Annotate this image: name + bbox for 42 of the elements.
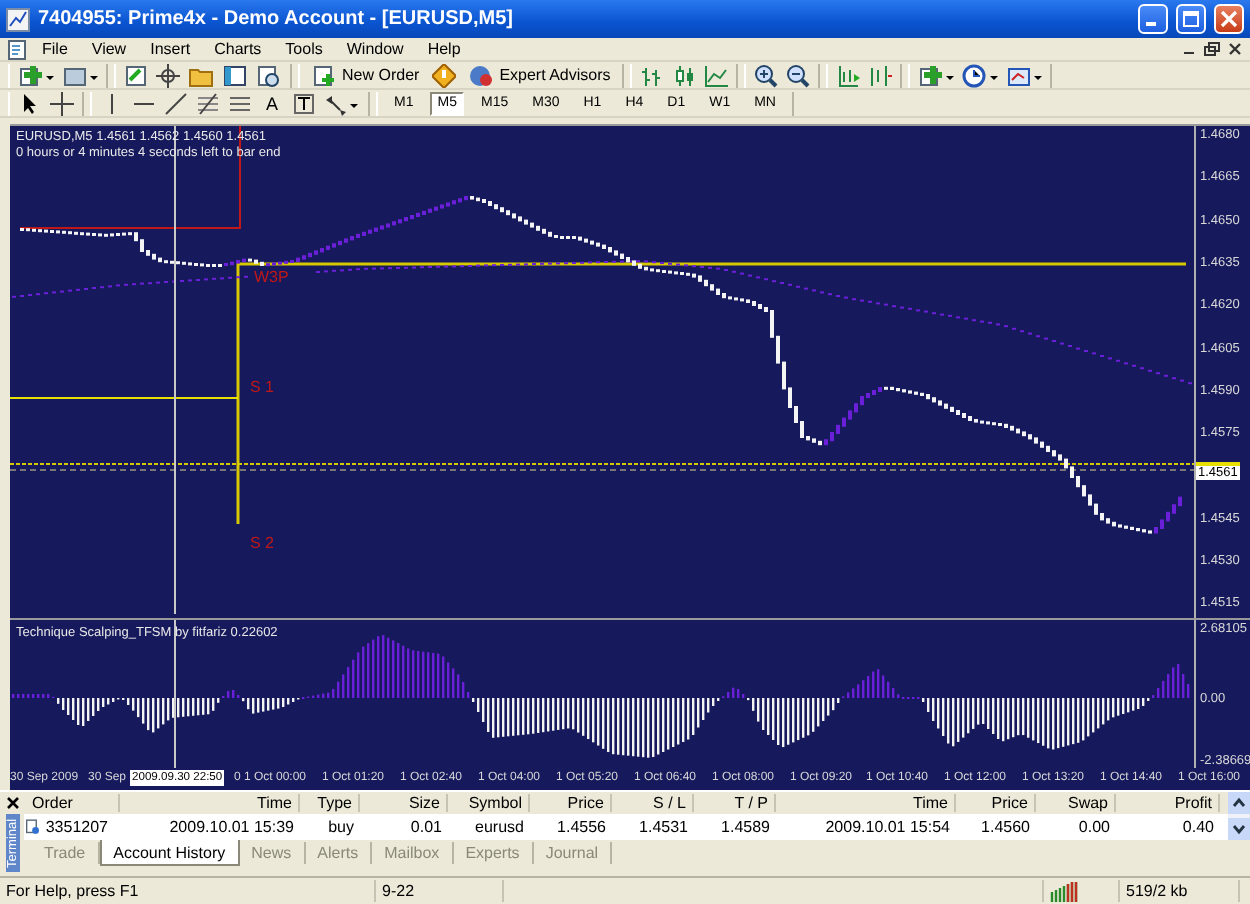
table-cell-text: 1.4531: [637, 818, 690, 836]
column-header[interactable]: Order: [24, 794, 120, 812]
table-cell-text: 2009.10.01 15:39: [167, 818, 296, 836]
window-title: 7404955: Prime4x - Demo Account - [EURUSD,M5]: [38, 8, 515, 30]
column-header[interactable]: Time: [120, 794, 300, 812]
menu-item[interactable]: Insert: [140, 40, 201, 58]
column-header[interactable]: Price: [956, 794, 1036, 812]
column-header[interactable]: Time: [776, 794, 956, 812]
table-cell-text: buy: [326, 818, 356, 836]
menu-item[interactable]: File: [32, 40, 78, 58]
column-header[interactable]: S / L: [612, 794, 694, 812]
text-tool-button[interactable]: A: [260, 91, 285, 115]
menu-item[interactable]: View: [81, 40, 137, 58]
table-cell-text: 2009.10.01 15:54: [823, 818, 952, 836]
terminal-tab[interactable]: Account History: [99, 840, 240, 866]
table-cell-text: eurusd: [473, 818, 526, 836]
table-cell-text: 3351207: [45, 818, 110, 836]
level-label: W3P: [254, 268, 289, 286]
menu-item[interactable]: Tools: [275, 40, 333, 58]
column-header[interactable]: Type: [300, 794, 360, 812]
table-cell-text: 1.4556: [555, 818, 608, 836]
new-order-button[interactable]: New Order: [308, 63, 424, 87]
column-header[interactable]: Profit: [1116, 794, 1220, 812]
level-label: S 2: [250, 534, 275, 552]
column-header[interactable]: Symbol: [448, 794, 530, 812]
traffic-text: 519/2 kb: [1126, 882, 1188, 900]
menu-item[interactable]: Charts: [204, 40, 272, 58]
table-cell-text: 1.4560: [979, 818, 1032, 836]
expert-advisors-button[interactable]: Expert Advisors: [463, 63, 615, 87]
column-header[interactable]: Swap: [1036, 794, 1116, 812]
column-header[interactable]: Size: [360, 794, 448, 812]
table-cell-text: 0.40: [1180, 818, 1216, 836]
column-header[interactable]: T / P: [694, 794, 776, 812]
profile-name: 9-22: [382, 882, 415, 900]
table-cell-text: 0.01: [408, 818, 444, 836]
status-text: For Help, press F1: [6, 882, 139, 900]
table-cell-text: 1.4589: [719, 818, 772, 836]
menu-item[interactable]: Help: [417, 40, 471, 58]
level-label: S 1: [250, 378, 275, 396]
table-cell-text: 0.00: [1076, 818, 1112, 836]
menu-item[interactable]: Window: [336, 40, 414, 58]
column-header[interactable]: Price: [530, 794, 612, 812]
